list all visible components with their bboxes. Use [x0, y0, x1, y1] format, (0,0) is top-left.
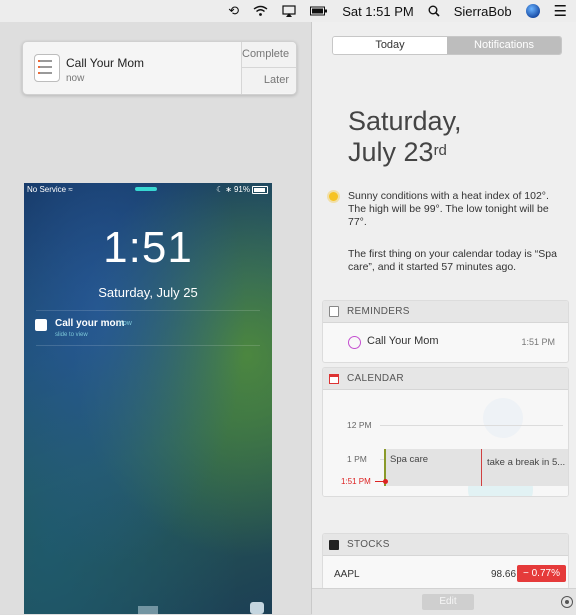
phone-clock: 1:51 [103, 223, 193, 272]
reminders-icon [329, 306, 339, 317]
hour-label-1pm: 1 PM [347, 454, 367, 464]
phone-battery-icon [252, 185, 268, 194]
carrier-label: No Service ≈ [27, 185, 73, 194]
time-machine-icon[interactable]: ⟲ [228, 3, 239, 19]
list-item[interactable]: Call Your Mom 1:51 PM [323, 323, 568, 362]
weather-summary: Sunny conditions with a heat index of 10… [348, 190, 549, 228]
phone-status-pill [135, 187, 157, 191]
calendar-summary: The first thing on your calendar today i… [348, 248, 557, 273]
current-time-label: 1:51 PM [341, 477, 371, 486]
hour-line [380, 425, 563, 426]
edit-button[interactable]: Edit [422, 594, 474, 610]
calendar-icon [329, 373, 339, 384]
reminders-app-icon [34, 54, 60, 82]
phone-reminder-icon [35, 319, 47, 331]
stock-symbol: AAPL [334, 569, 360, 580]
nc-tab-control: Today Notifications [332, 36, 562, 55]
reminder-title: Call Your Mom [367, 335, 439, 347]
camera-icon[interactable] [250, 602, 264, 614]
wifi-icon[interactable] [253, 5, 268, 17]
desktop: Call Your Mom now Complete Later No Serv… [0, 22, 311, 614]
battery-icon[interactable] [310, 6, 328, 16]
stock-change-badge[interactable]: − 0.77% [517, 565, 566, 582]
menu-bar: ⟲ Sat 1:51 PM SierraBob ☰ [0, 0, 576, 23]
siri-icon[interactable] [525, 4, 540, 18]
stock-price: 98.66 [491, 569, 517, 580]
reminders-widget: REMINDERS Call Your Mom 1:51 PM [322, 300, 569, 363]
phone-notification-title[interactable]: Call your mom [55, 318, 124, 329]
tab-today[interactable]: Today [333, 37, 447, 54]
phone-notification-subtitle: slide to view [55, 332, 88, 338]
sun-icon [329, 192, 338, 201]
gear-icon[interactable] [561, 596, 573, 608]
tab-notifications[interactable]: Notifications [447, 37, 561, 54]
banner-actions: Complete Later [241, 42, 296, 94]
today-date: July 23rd [348, 137, 447, 167]
phone-status-right: ☾ ∗ 91% [216, 185, 268, 194]
table-row[interactable]: AAPL 98.66 − 0.77% [323, 556, 568, 589]
stocks-icon [329, 539, 339, 550]
phone-date: Saturday, July 25 [98, 285, 198, 300]
calendar-day-view: 12 PM 1 PM Spa care take a break in 5...… [323, 390, 568, 496]
reminders-header: REMINDERS [323, 301, 568, 323]
stocks-header: STOCKS [323, 534, 568, 556]
notification-center-icon[interactable]: ☰ [554, 2, 567, 20]
calendar-header: CALENDAR [323, 368, 568, 390]
later-button[interactable]: Later [242, 68, 296, 93]
menubar-clock[interactable]: Sat 1:51 PM [342, 4, 414, 19]
airplay-icon[interactable] [282, 5, 296, 17]
stocks-widget: STOCKS AAPL 98.66 − 0.77% [322, 533, 569, 590]
banner-time: now [66, 73, 85, 84]
iphone-lock-screen: No Service ≈ ☾ ∗ 91% 1:51 Saturday, July… [24, 183, 272, 614]
banner-title: Call Your Mom [66, 56, 145, 70]
current-time-dot [383, 479, 388, 484]
user-name[interactable]: SierraBob [454, 4, 512, 19]
nc-bottom-bar: Edit [312, 588, 576, 615]
bluetooth-icon: ∗ [225, 185, 232, 194]
moon-icon: ☾ [216, 185, 224, 194]
reminder-checkbox[interactable] [348, 336, 361, 349]
search-icon[interactable] [428, 5, 440, 17]
reminder-banner[interactable]: Call Your Mom now Complete Later [22, 41, 297, 95]
phone-divider-top [36, 310, 260, 311]
phone-status-bar: No Service ≈ ☾ ∗ 91% [24, 183, 272, 197]
today-day: Saturday, [348, 106, 462, 136]
calendar-widget: CALENDAR 12 PM 1 PM Spa care take a brea… [322, 367, 569, 497]
hour-label-12pm: 12 PM [347, 420, 372, 430]
calendar-event-break[interactable]: take a break in 5... [481, 449, 568, 486]
reminder-time: 1:51 PM [521, 337, 555, 347]
phone-home-indicator [138, 606, 158, 614]
phone-battery-label: 91% [233, 185, 250, 194]
phone-divider-bottom [36, 345, 260, 346]
calendar-event-spa-care[interactable]: Spa care [384, 449, 482, 486]
phone-wifi-icon: ≈ [68, 185, 73, 194]
notification-center: Today Notifications Saturday, July 23rd … [311, 22, 576, 615]
phone-notification-time: now [119, 320, 132, 327]
complete-button[interactable]: Complete [242, 42, 296, 68]
